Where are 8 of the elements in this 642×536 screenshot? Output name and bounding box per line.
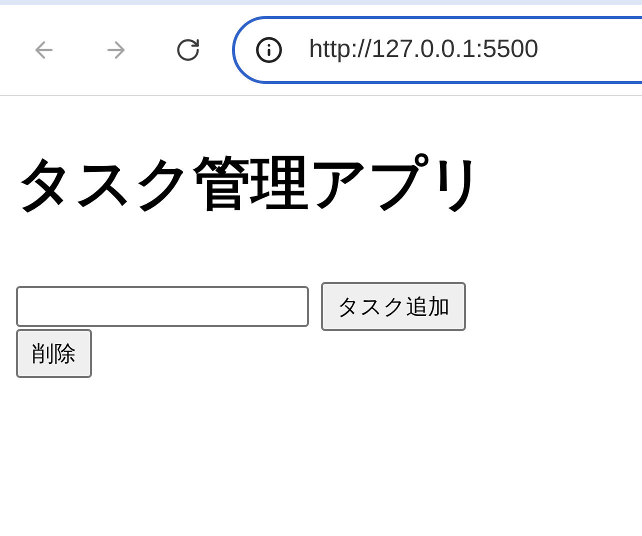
info-icon [255,36,283,64]
address-text: http://127.0.0.1:5500 [309,34,538,66]
add-task-button[interactable]: タスク追加 [321,282,466,331]
task-input-field[interactable] [16,286,309,327]
delete-button[interactable]: 削除 [16,329,92,378]
page-heading: タスク管理アプリ [16,150,487,218]
address-bar[interactable]: http://127.0.0.1:5500 [232,16,642,84]
reload-icon [175,37,201,63]
